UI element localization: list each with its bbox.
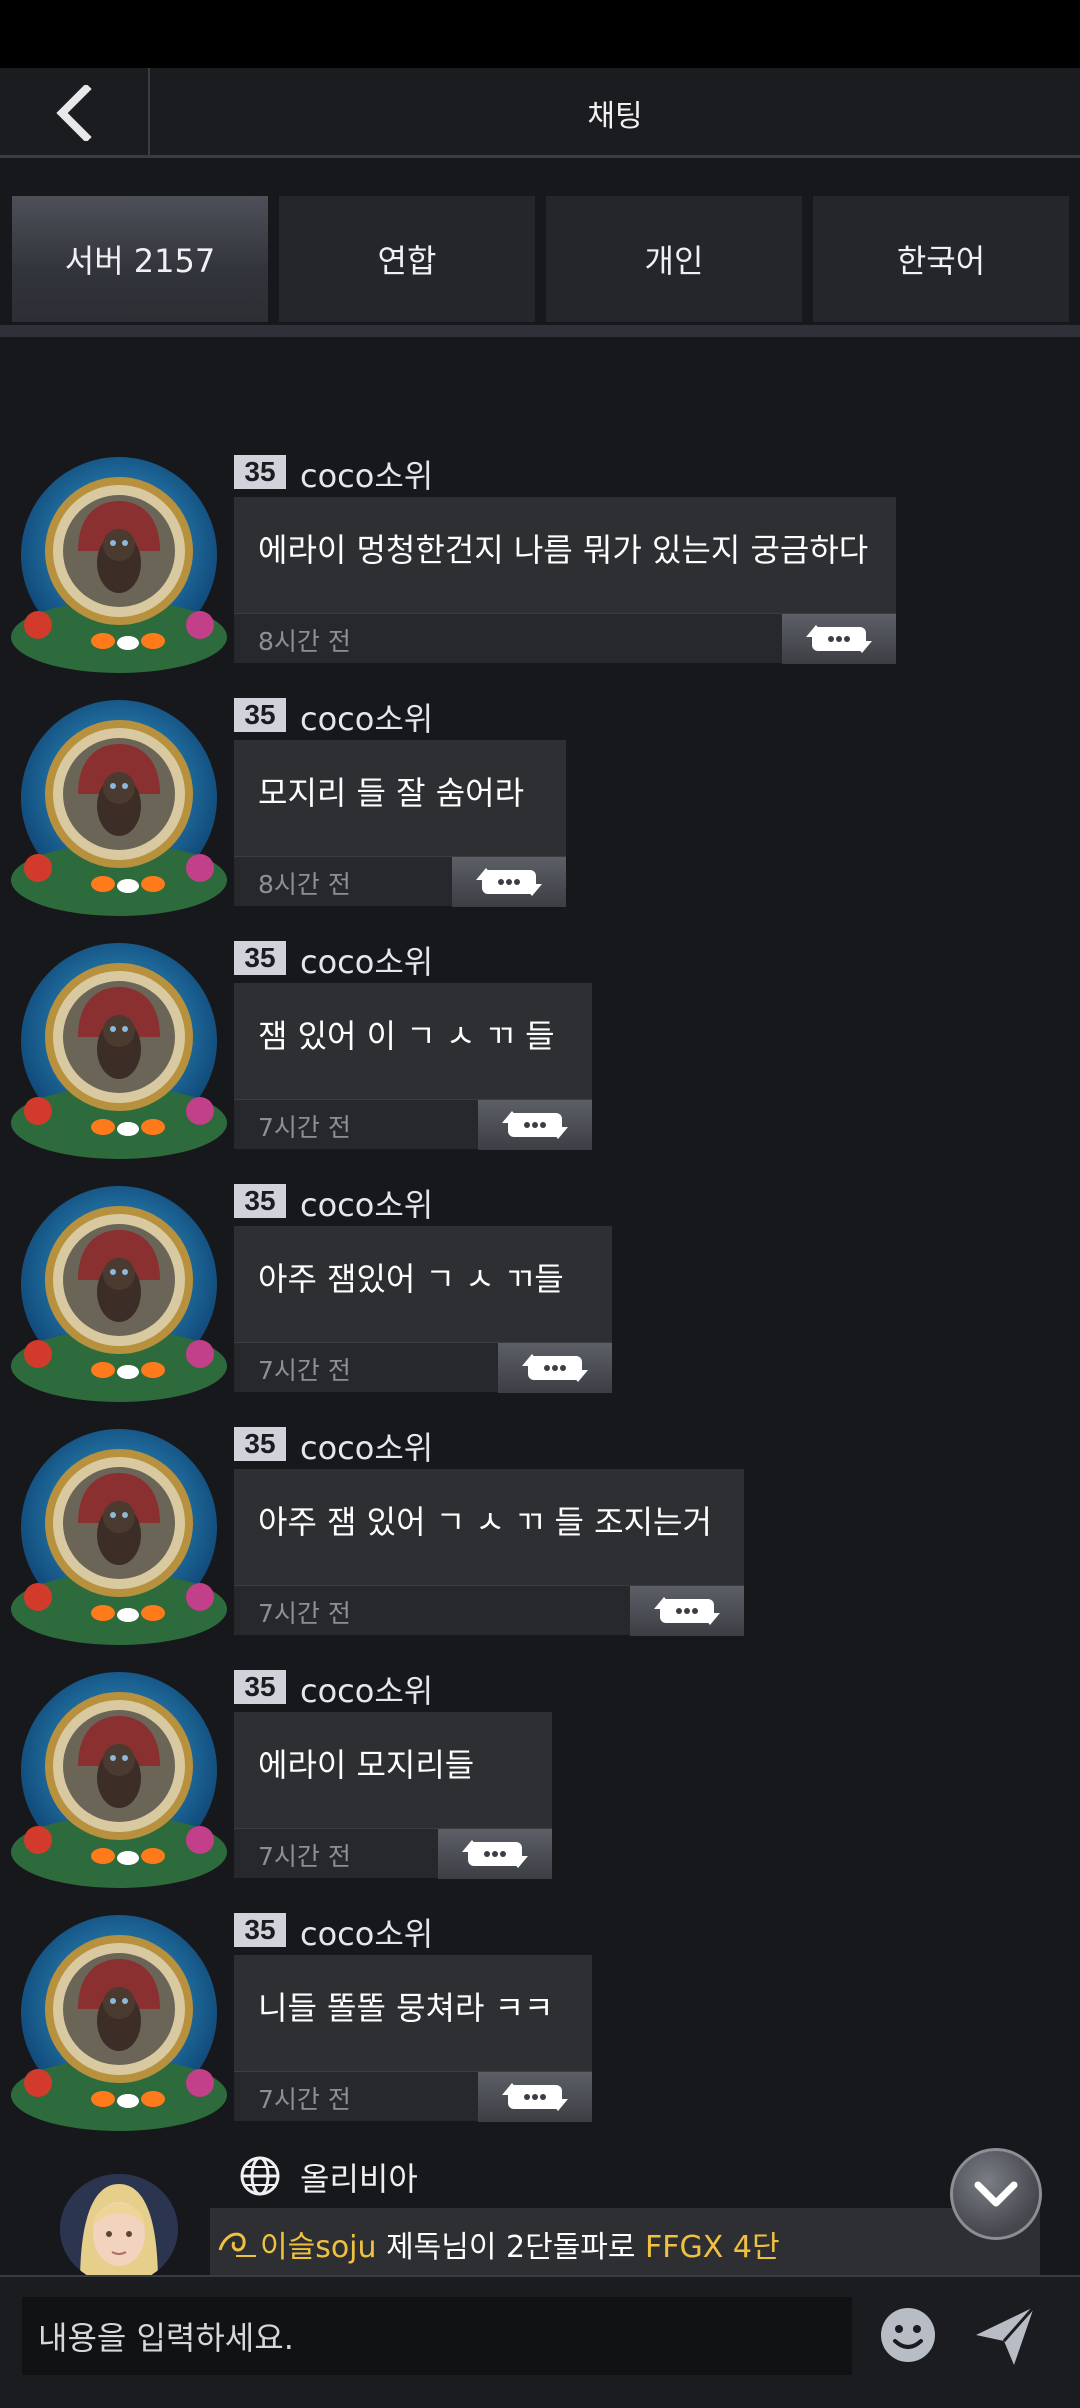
message-footer: 7시간 전 (234, 1828, 552, 1879)
translate-icon (500, 2079, 570, 2115)
message-bubble[interactable]: 니들 똘똘 뭉쳐라 ㅋㅋ 7시간 전 (234, 1955, 592, 2122)
chat-message: 35 coco소위아주 잼있어 ㄱ ㅅ ㄲ들 7시간 전 (0, 1174, 1080, 1402)
message-footer: 7시간 전 (234, 1099, 592, 1150)
timestamp: 7시간 전 (258, 1842, 351, 1871)
avatar[interactable] (60, 2174, 178, 2284)
timestamp: 8시간 전 (258, 627, 351, 656)
tab-private[interactable]: 개인 (546, 196, 802, 322)
page-title: 채팅 (587, 99, 643, 134)
level-badge: 35 (234, 941, 286, 975)
timestamp: 7시간 전 (258, 1356, 351, 1385)
system-message-text: 이슬soju 제독님이 2단돌파로 FFGX 4단 (260, 2222, 780, 2266)
message-bubble[interactable]: 에라이 모지리들 7시간 전 (234, 1712, 552, 1879)
chat-message: 35 coco소위에라이 모지리들 7시간 전 (0, 1660, 1080, 1888)
message-text: 에라이 멍청한건지 나름 뭐가 있는지 궁금하다 (258, 531, 869, 569)
translate-icon (500, 1107, 570, 1143)
message-input[interactable]: 내용을 입력하세요. (22, 2297, 852, 2375)
ornament-icon (218, 2232, 256, 2257)
translate-icon (460, 1836, 530, 1872)
message-text: 제독님이 2단돌파로 (376, 2230, 646, 2265)
avatar[interactable] (8, 1913, 230, 2133)
message-footer: 8시간 전 (234, 613, 896, 664)
sender-name: 올리비아 (300, 2160, 418, 2198)
tab-bar: 서버 2157 연합 개인 한국어 (0, 161, 1080, 337)
chevron-down-icon (974, 2181, 1018, 2207)
avatar[interactable] (8, 1670, 230, 1890)
level-badge: 35 (234, 1184, 286, 1218)
avatar[interactable] (8, 941, 230, 1161)
message-text: 에라이 모지리들 (258, 1746, 475, 1784)
message-bubble[interactable]: 에라이 멍청한건지 나름 뭐가 있는지 궁금하다 8시간 전 (234, 497, 896, 664)
level-badge: 35 (234, 455, 286, 489)
translate-button[interactable] (498, 1343, 612, 1393)
message-text: 니들 똘똘 뭉쳐라 ㅋㅋ (258, 1989, 554, 2027)
chat-message: 35 coco소위아주 잼 있어 ㄱ ㅅ ㄲ 들 조지는거 7시간 전 (0, 1417, 1080, 1645)
back-button[interactable] (0, 68, 150, 158)
message-bubble[interactable]: 모지리 들 잘 숨어라 8시간 전 (234, 740, 566, 907)
timestamp: 7시간 전 (258, 1113, 351, 1142)
status-bar (0, 0, 1080, 68)
avatar[interactable] (8, 698, 230, 918)
avatar[interactable] (8, 1184, 230, 1404)
send-button[interactable] (970, 2301, 1040, 2371)
message-bubble: 이슬soju 제독님이 2단돌파로 FFGX 4단 (210, 2208, 1040, 2278)
chat-message: 35 coco소위모지리 들 잘 숨어라 8시간 전 (0, 688, 1080, 916)
level-badge: 35 (234, 1913, 286, 1947)
sender-name[interactable]: coco소위 (300, 1423, 433, 1469)
message-text: 아주 잼 있어 ㄱ ㅅ ㄲ 들 조지는거 (258, 1503, 712, 1541)
sender-name[interactable]: coco소위 (300, 1180, 433, 1226)
sender-name[interactable]: coco소위 (300, 1666, 433, 1712)
sender-name[interactable]: coco소위 (300, 451, 433, 497)
message-text: 모지리 들 잘 숨어라 (258, 774, 525, 812)
emoji-button[interactable] (878, 2305, 938, 2365)
translate-icon (474, 864, 544, 900)
sender-name[interactable]: coco소위 (300, 1909, 433, 1955)
tab-korean[interactable]: 한국어 (813, 196, 1069, 322)
smiley-icon (881, 2308, 935, 2362)
header: 채팅 (0, 68, 1080, 158)
translate-button[interactable] (438, 1829, 552, 1879)
message-bubble[interactable]: 잼 있어 이 ㄱ ㅅ ㄲ 들 7시간 전 (234, 983, 592, 1150)
message-text: 아주 잼있어 ㄱ ㅅ ㄲ들 (258, 1260, 564, 1298)
message-bubble[interactable]: 아주 잼 있어 ㄱ ㅅ ㄲ 들 조지는거 7시간 전 (234, 1469, 744, 1636)
avatar[interactable] (8, 1427, 230, 1647)
timestamp: 7시간 전 (258, 1599, 351, 1628)
message-footer: 8시간 전 (234, 856, 566, 907)
message-bubble[interactable]: 아주 잼있어 ㄱ ㅅ ㄲ들 7시간 전 (234, 1226, 612, 1393)
chat-message: 35 coco소위잼 있어 이 ㄱ ㅅ ㄲ 들 7시간 전 (0, 931, 1080, 1159)
chevron-left-icon (56, 85, 92, 141)
translate-icon (804, 621, 874, 657)
timestamp: 8시간 전 (258, 870, 351, 899)
timestamp: 7시간 전 (258, 2085, 351, 2114)
send-icon (976, 2306, 1036, 2365)
globe-icon (240, 2156, 280, 2196)
input-bar: 내용을 입력하세요. (0, 2275, 1080, 2408)
sender-name[interactable]: coco소위 (300, 694, 433, 740)
level-badge: 35 (234, 698, 286, 732)
translate-button[interactable] (630, 1586, 744, 1636)
scroll-down-button[interactable] (950, 2148, 1042, 2240)
translate-icon (520, 1350, 590, 1386)
highlight-text: FFGX 4단 (645, 2230, 780, 2265)
translate-button[interactable] (452, 857, 566, 907)
tab-alliance[interactable]: 연합 (279, 196, 535, 322)
level-badge: 35 (234, 1427, 286, 1461)
translate-button[interactable] (782, 614, 896, 664)
message-footer: 7시간 전 (234, 2071, 592, 2122)
message-text: 잼 있어 이 ㄱ ㅅ ㄲ 들 (258, 1017, 555, 1055)
translate-button[interactable] (478, 1100, 592, 1150)
level-badge: 35 (234, 1670, 286, 1704)
sender-name[interactable]: coco소위 (300, 937, 433, 983)
translate-button[interactable] (478, 2072, 592, 2122)
guild-name: 이슬soju (260, 2230, 377, 2265)
tab-server[interactable]: 서버 2157 (12, 196, 268, 322)
message-footer: 7시간 전 (234, 1342, 612, 1393)
avatar[interactable] (8, 455, 230, 675)
chat-message: 35 coco소위니들 똘똘 뭉쳐라 ㅋㅋ 7시간 전 (0, 1903, 1080, 2131)
translate-icon (652, 1593, 722, 1629)
chat-message: 35 coco소위에라이 멍청한건지 나름 뭐가 있는지 궁금하다 8시간 전 (0, 445, 1080, 673)
message-footer: 7시간 전 (234, 1585, 744, 1636)
system-message: 올리비아 이슬soju 제독님이 2단돌파로 FFGX 4단 (0, 2140, 1080, 2284)
